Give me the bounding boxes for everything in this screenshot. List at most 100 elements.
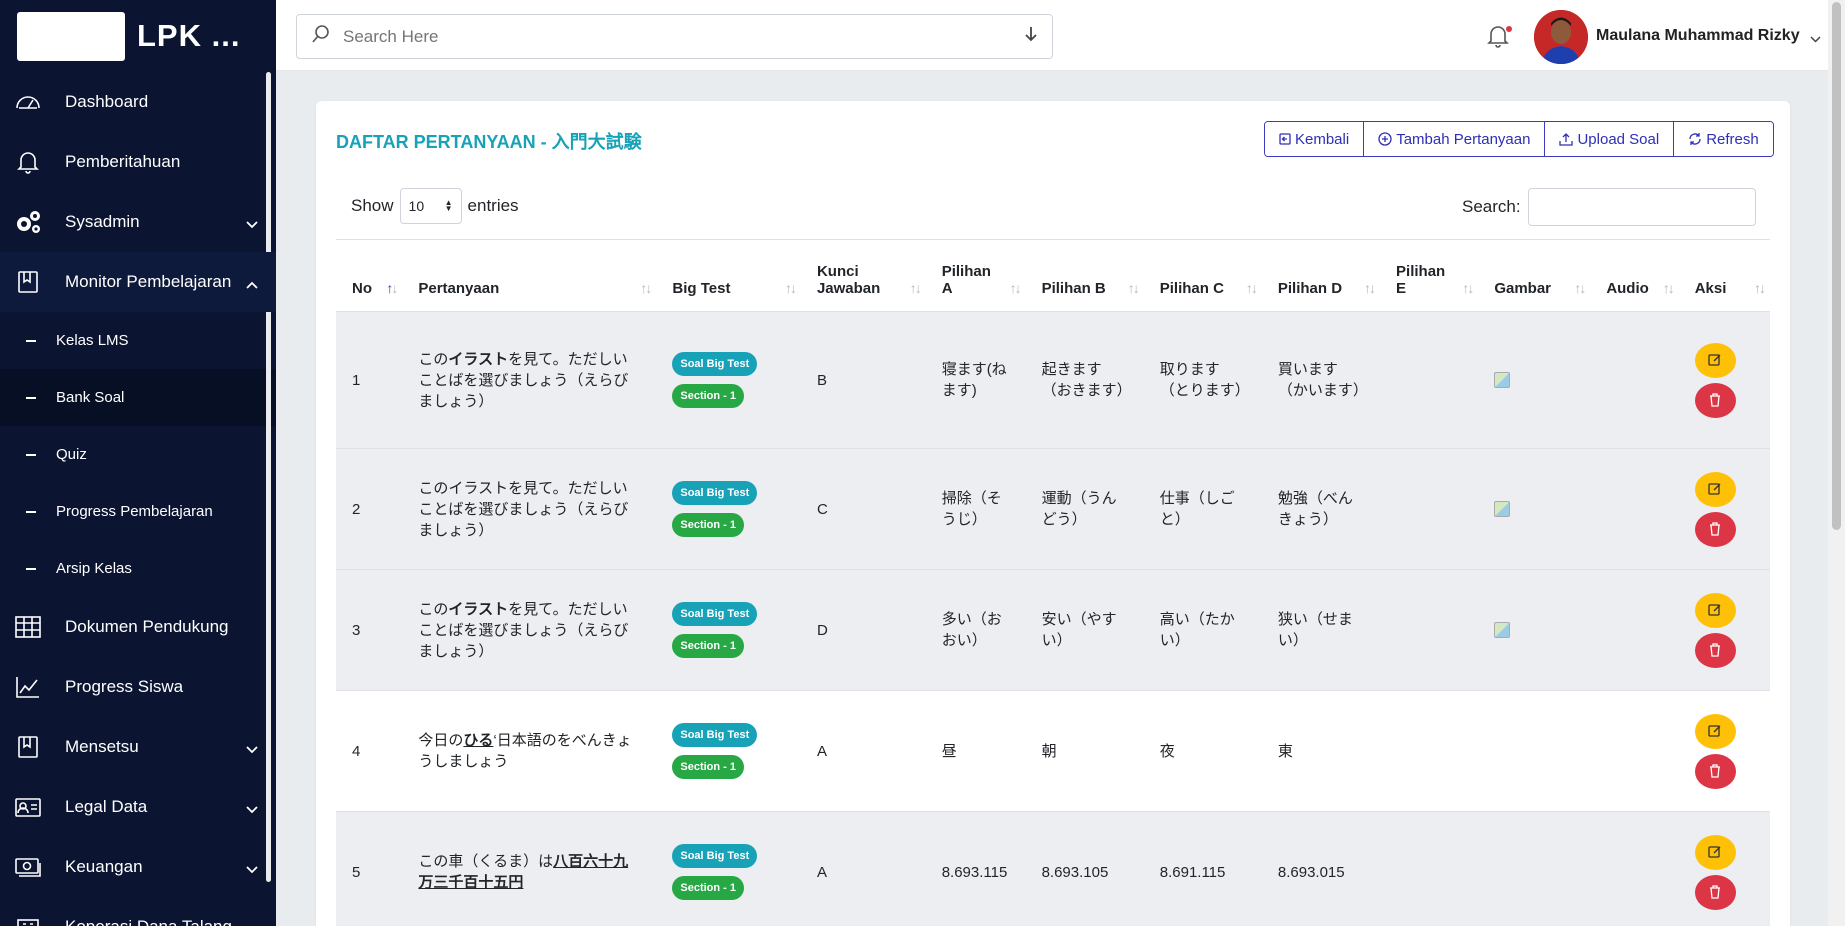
sidebar-item-koperasi-dana-talang[interactable]: Koperasi Dana Talang [0,897,276,926]
delete-button[interactable] [1694,874,1736,910]
arrow-down-icon[interactable] [1024,26,1038,47]
page-scrollbar[interactable] [1828,0,1845,926]
cell-image [1478,812,1590,926]
edit-button[interactable] [1694,713,1736,749]
cell-option-e [1380,691,1478,812]
col-kunci-jawaban[interactable]: Kunci Jawaban ↑↓ [800,239,926,312]
cell-actions [1679,449,1770,570]
col-pilihan-b[interactable]: Pilihan B ↑↓ [1025,239,1144,312]
sidebar-item-label: Koperasi Dana Talang [65,917,232,926]
cell-key: A [816,863,827,881]
table-icon [14,613,42,641]
delete-button[interactable] [1694,382,1736,418]
refresh-button[interactable]: Refresh [1674,122,1773,156]
cell-no: 4 [352,742,361,760]
sidebar-subitem-bank-soal[interactable]: Bank Soal [0,369,276,426]
entries-select[interactable]: 10 ▲ ▼ [399,188,462,224]
table-row: 2 このイラストを見て。ただしいことばを選びましょう（えらびましょう） Soal… [336,448,1770,570]
kembali-button[interactable]: Kembali [1265,122,1365,156]
user-name[interactable]: Maulana Muhammad Rizky [1596,27,1800,45]
delete-button[interactable] [1694,753,1736,789]
badge-big-test: Soal Big Test [672,481,758,505]
table-search-input[interactable] [1527,188,1756,226]
edit-button[interactable] [1694,471,1736,507]
cell-option-e [1380,570,1478,691]
cell-audio [1590,570,1678,691]
cell-big-test: Soal Big Test Section - 1 [656,691,801,812]
sidebar-item-label: Keuangan [65,857,143,876]
sidebar-item-progress-siswa[interactable]: Progress Siswa [0,657,276,717]
sidebar-item-pemberitahuan[interactable]: Pemberitahuan [0,132,276,192]
entries-value: 10 [408,198,425,214]
sidebar-item-label: Dokumen Pendukung [65,617,229,636]
chevron-down-icon [246,859,258,879]
kembali-label: Kembali [1295,130,1350,148]
cell-option-d: 買います（かいます） [1277,361,1368,399]
col-pilihan-e[interactable]: Pilihan E ↑↓ [1380,239,1479,312]
sidebar-item-monitor-pembelajaran[interactable]: Monitor Pembelajaran [0,252,276,312]
col-pilihan-a[interactable]: Pilihan A ↑↓ [925,239,1026,312]
sidebar-item-legal-data[interactable]: Legal Data [0,777,276,837]
table-row: 5 この車（くるま）は八百六十九万三千百十五円 Soal Big Test Sec… [336,811,1770,926]
edit-button[interactable] [1694,342,1736,378]
delete-button[interactable] [1694,632,1736,668]
entries-label: entries [467,196,519,215]
col-pertanyaan[interactable]: Pertanyaan ↑↓ [402,239,657,312]
cell-question: このイラストを見て。ただしいことばを選びましょう（えらびましょう） [418,600,629,660]
cell-option-c: 高い（たかい） [1159,611,1235,649]
delete-button[interactable] [1694,511,1736,547]
sidebar-item-label: Mensetsu [65,737,139,756]
edit-button[interactable] [1694,834,1736,870]
col-pilihan-c[interactable]: Pilihan C ↑↓ [1143,239,1262,312]
upload-soal-button[interactable]: Upload Soal [1545,122,1675,156]
cell-option-b: 朝 [1041,742,1057,760]
sidebar-subitem-quiz[interactable]: Quiz [0,426,276,483]
chevron-down-icon [246,739,258,759]
money-icon [14,853,42,881]
topbar: Maulana Muhammad Rizky [276,0,1845,71]
cell-audio [1590,812,1678,926]
dash-icon [26,567,36,570]
sidebar-item-keuangan[interactable]: Keuangan [0,837,276,897]
col-no[interactable]: No ↑↓ [336,239,403,312]
sidebar-brand[interactable]: LPK ... [0,0,276,72]
avatar[interactable] [1534,10,1588,64]
scrollbar-thumb[interactable] [1832,2,1841,530]
sidebar-subitem-progress-pembelajaran[interactable]: Progress Pembelajaran [0,483,276,540]
search-input[interactable] [343,26,1024,47]
cell-key: B [816,371,827,389]
entries-length-control: Show 10 ▲ ▼ entries [351,188,519,224]
broken-image-icon[interactable] [1494,622,1511,638]
cell-option-a: 昼 [941,742,957,760]
sidebar-subitem-arsip-kelas[interactable]: Arsip Kelas [0,540,276,597]
sidebar-item-sysadmin[interactable]: Sysadmin [0,192,276,252]
cell-option-e [1380,312,1478,449]
global-search[interactable] [296,14,1053,59]
broken-image-icon[interactable] [1494,501,1511,517]
sidebar-item-dashboard[interactable]: Dashboard [0,72,276,132]
cell-option-b: 起きます（おきます） [1041,361,1132,399]
sidebar-item-dokumen-pendukung[interactable]: Dokumen Pendukung [0,597,276,657]
cell-big-test: Soal Big Test Section - 1 [656,812,801,926]
cell-option-c: 夜 [1159,742,1175,760]
col-big-test[interactable]: Big Test ↑↓ [656,239,801,312]
col-gambar[interactable]: Gambar ↑↓ [1478,239,1591,312]
col-pilihan-d[interactable]: Pilihan D ↑↓ [1261,239,1381,312]
cell-no: 3 [352,621,361,639]
sidebar-subitem-kelas-lms[interactable]: Kelas LMS [0,312,276,369]
cell-key: A [816,742,827,760]
cell-actions [1679,570,1770,691]
tambah-pertanyaan-button[interactable]: Tambah Pertanyaan [1364,122,1546,156]
cell-option-e [1380,449,1478,570]
edit-button[interactable] [1694,592,1736,628]
col-audio[interactable]: Audio ↑↓ [1590,239,1679,312]
col-aksi[interactable]: Aksi ↑↓ [1678,239,1770,312]
cell-option-e [1380,812,1478,926]
cell-option-a: 掃除（そうじ） [941,490,1002,528]
chevron-down-icon [246,214,258,234]
chevron-down-icon[interactable] [1810,30,1821,48]
tambah-label: Tambah Pertanyaan [1396,130,1531,148]
broken-image-icon[interactable] [1494,372,1511,388]
sidebar-item-mensetsu[interactable]: Mensetsu [0,717,276,777]
dash-icon [26,339,36,342]
